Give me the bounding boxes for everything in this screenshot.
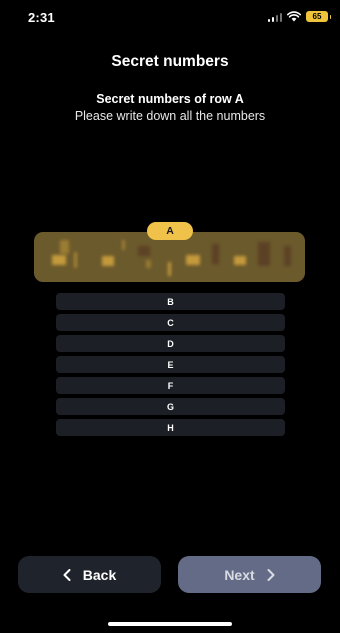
blurred-digit (60, 240, 69, 254)
cellular-signal-icon (267, 12, 282, 22)
row-b[interactable]: B (56, 293, 285, 310)
home-indicator[interactable] (108, 622, 232, 626)
row-d[interactable]: D (56, 335, 285, 352)
blurred-digit (284, 246, 291, 266)
status-icons: 65 (267, 11, 331, 22)
blurred-digit (102, 256, 114, 266)
row-f[interactable]: F (56, 377, 285, 394)
status-bar: 2:31 65 (0, 0, 340, 36)
back-button[interactable]: Back (18, 556, 161, 593)
row-subtitle: Secret numbers of row A (96, 92, 244, 106)
chevron-left-icon (63, 568, 71, 581)
blurred-digit (234, 256, 246, 265)
chevron-right-icon (267, 568, 275, 581)
status-time: 2:31 (28, 10, 55, 25)
blurred-digit (138, 246, 150, 256)
blurred-digit (258, 242, 270, 266)
row-c[interactable]: C (56, 314, 285, 331)
blurred-digit (146, 260, 151, 268)
next-button-label: Next (224, 566, 255, 583)
battery-icon: 65 (306, 11, 331, 22)
blurred-digit (52, 255, 66, 265)
instruction-text: Please write down all the numbers (74, 109, 266, 123)
blurred-digit (212, 244, 219, 264)
blurred-digit (168, 262, 171, 276)
row-g[interactable]: G (56, 398, 285, 415)
row-e[interactable]: E (56, 356, 285, 373)
row-a-tag: A (147, 222, 193, 240)
row-h[interactable]: H (56, 419, 285, 436)
page-title: Secret numbers (111, 53, 229, 70)
blurred-digit (186, 255, 200, 265)
next-button[interactable]: Next (178, 556, 321, 593)
wifi-icon (287, 11, 301, 22)
blurred-digit (74, 252, 77, 268)
back-button-label: Back (82, 566, 117, 583)
hidden-rows-list: B C D E F G H (56, 293, 285, 440)
blurred-digit (122, 240, 125, 250)
battery-level: 65 (312, 12, 322, 21)
